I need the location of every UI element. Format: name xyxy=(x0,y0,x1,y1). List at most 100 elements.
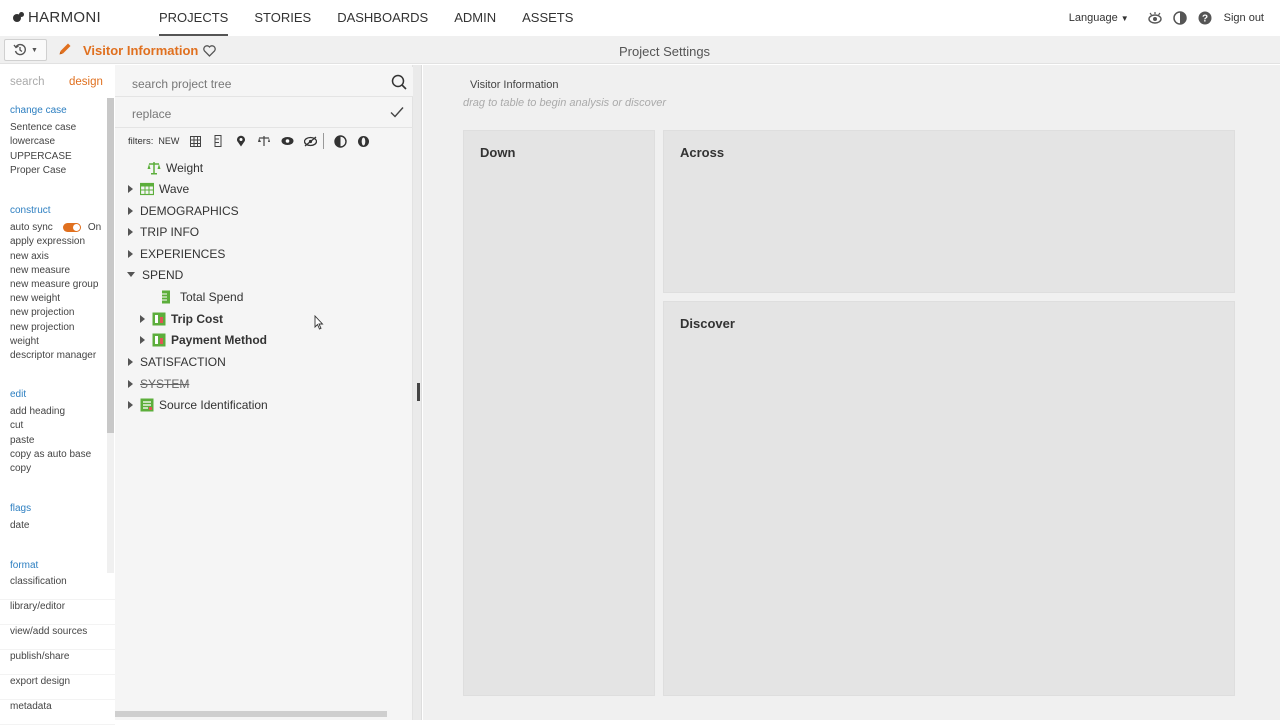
tree-node-label: Trip Cost xyxy=(171,311,224,326)
filter-location-icon[interactable] xyxy=(234,134,248,148)
weight-item[interactable]: weight xyxy=(10,335,101,349)
nav-assets[interactable]: ASSETS xyxy=(522,0,573,36)
document-toolbar: ▼ Visitor Information Project Settings xyxy=(0,36,1280,64)
help-icon[interactable]: ? xyxy=(1197,10,1213,26)
tab-search[interactable]: search xyxy=(10,76,45,88)
new-axis-item[interactable]: new axis xyxy=(10,250,101,264)
descriptor-manager-item[interactable]: descriptor manager xyxy=(10,349,101,363)
publish-share-link[interactable]: publish/share xyxy=(0,650,115,675)
tree-node-payment-method[interactable]: Payment Method xyxy=(140,329,267,350)
eye-icon[interactable] xyxy=(280,134,294,148)
eye-watch-icon[interactable] xyxy=(1147,10,1163,26)
change-case-heading: change case xyxy=(10,105,67,116)
project-tree-panel: search project tree replace filters: NEW… xyxy=(115,65,413,720)
table-icon xyxy=(140,182,154,196)
add-heading-item[interactable]: add heading xyxy=(10,405,91,419)
tree-node-system[interactable]: SYSTEM xyxy=(128,373,189,394)
tree-node-label: Total Spend xyxy=(180,289,244,304)
filter-half-circle-icon[interactable] xyxy=(333,134,347,148)
new-projection-item[interactable]: new projection xyxy=(10,306,101,320)
heart-icon[interactable] xyxy=(203,44,217,57)
paste-item[interactable]: paste xyxy=(10,434,91,448)
flags-heading: flags xyxy=(10,503,32,514)
filter-filled-circle-icon[interactable] xyxy=(356,134,370,148)
cut-item[interactable]: cut xyxy=(10,419,91,433)
expand-arrow-icon[interactable] xyxy=(140,335,145,344)
tree-node-source-identification[interactable]: Source Identification xyxy=(128,394,268,415)
copy-item[interactable]: copy xyxy=(10,462,91,476)
project-settings-title[interactable]: Project Settings xyxy=(619,44,710,59)
tree-node-weight[interactable]: Weight xyxy=(147,157,203,178)
apply-expression-item[interactable]: apply expression xyxy=(10,235,101,249)
date-item[interactable]: date xyxy=(10,519,31,533)
new-measure-group-item[interactable]: new measure group xyxy=(10,278,101,292)
tree-node-trip-cost[interactable]: Trip Cost xyxy=(140,308,223,329)
export-design-link[interactable]: export design xyxy=(0,675,115,700)
canvas-title: Visitor Information xyxy=(470,79,559,91)
new-measure-item[interactable]: new measure xyxy=(10,264,101,278)
nav-dashboards[interactable]: DASHBOARDS xyxy=(337,0,428,36)
collapse-arrow-icon[interactable] xyxy=(127,272,135,277)
tree-node-satisfaction[interactable]: SATISFACTION xyxy=(128,351,226,372)
expand-arrow-icon[interactable] xyxy=(128,357,133,366)
filter-table-icon[interactable] xyxy=(188,134,202,148)
expand-arrow-icon[interactable] xyxy=(128,379,133,388)
tree-node-trip-info[interactable]: TRIP INFO xyxy=(128,221,199,242)
new-projection-item-2[interactable]: new projection xyxy=(10,321,101,335)
pencil-icon[interactable] xyxy=(57,41,73,57)
expand-arrow-icon[interactable] xyxy=(128,206,133,215)
nav-projects[interactable]: PROJECTS xyxy=(159,0,229,36)
nav-stories[interactable]: STORIES xyxy=(254,0,311,36)
tree-horizontal-scrollbar[interactable] xyxy=(115,711,387,717)
splitter-grip-icon[interactable] xyxy=(417,383,420,401)
expand-arrow-icon[interactable] xyxy=(140,314,145,323)
discover-dropzone[interactable]: Discover xyxy=(663,301,1235,696)
sentence-case-item[interactable]: Sentence case xyxy=(10,121,76,135)
tree-node-demographics[interactable]: DEMOGRAPHICS xyxy=(128,200,239,221)
nav-admin[interactable]: ADMIN xyxy=(454,0,496,36)
history-button[interactable]: ▼ xyxy=(4,39,47,61)
tree-search-input[interactable]: search project tree xyxy=(132,77,231,91)
copy-as-auto-base-item[interactable]: copy as auto base xyxy=(10,448,91,462)
lowercase-item[interactable]: lowercase xyxy=(10,135,76,149)
tree-node-wave[interactable]: Wave xyxy=(128,178,189,199)
filter-new-button[interactable]: NEW xyxy=(158,136,179,146)
expand-arrow-icon[interactable] xyxy=(128,227,133,236)
auto-sync-toggle[interactable] xyxy=(62,223,81,233)
tree-node-experiences[interactable]: EXPERIENCES xyxy=(128,243,225,264)
across-dropzone[interactable]: Across xyxy=(663,130,1235,293)
library-editor-link[interactable]: library/editor xyxy=(0,600,115,625)
panel-splitter[interactable] xyxy=(413,65,422,720)
eye-off-icon[interactable] xyxy=(303,134,317,148)
design-sidebar: search design change case Sentence case … xyxy=(0,65,115,725)
tree-node-total-spend[interactable]: Total Spend xyxy=(161,286,243,307)
sign-out-link[interactable]: Sign out xyxy=(1224,12,1264,24)
down-dropzone[interactable]: Down xyxy=(463,130,655,696)
replace-input[interactable]: replace xyxy=(132,107,171,121)
expand-arrow-icon[interactable] xyxy=(128,249,133,258)
check-icon[interactable] xyxy=(389,104,405,125)
metadata-link[interactable]: metadata xyxy=(0,700,115,725)
new-weight-item[interactable]: new weight xyxy=(10,292,101,306)
expand-arrow-icon[interactable] xyxy=(128,184,133,193)
tree-node-label: Wave xyxy=(159,181,190,196)
tree-node-label: DEMOGRAPHICS xyxy=(140,203,239,218)
search-icon[interactable] xyxy=(391,74,407,95)
document-title[interactable]: Visitor Information xyxy=(83,43,217,58)
expand-arrow-icon[interactable] xyxy=(128,400,133,409)
proper-case-item[interactable]: Proper Case xyxy=(10,164,76,178)
sidebar-scrollbar[interactable] xyxy=(107,98,114,433)
filter-measure-icon[interactable] xyxy=(211,134,225,148)
language-dropdown[interactable]: Language ▼ xyxy=(1069,12,1129,24)
tree-node-label: SATISFACTION xyxy=(140,354,226,369)
harmoni-logo[interactable]: HARMONI xyxy=(12,9,101,26)
tree-node-spend[interactable]: SPEND xyxy=(127,264,183,285)
classification-link[interactable]: classification xyxy=(0,575,115,600)
format-heading[interactable]: format xyxy=(10,559,38,573)
tree-node-label: Weight xyxy=(166,160,204,175)
view-add-sources-link[interactable]: view/add sources xyxy=(0,625,115,650)
tab-design[interactable]: design xyxy=(69,76,103,88)
filter-weight-icon[interactable] xyxy=(257,134,271,148)
contrast-icon[interactable] xyxy=(1172,10,1188,26)
uppercase-item[interactable]: UPPERCASE xyxy=(10,150,76,164)
